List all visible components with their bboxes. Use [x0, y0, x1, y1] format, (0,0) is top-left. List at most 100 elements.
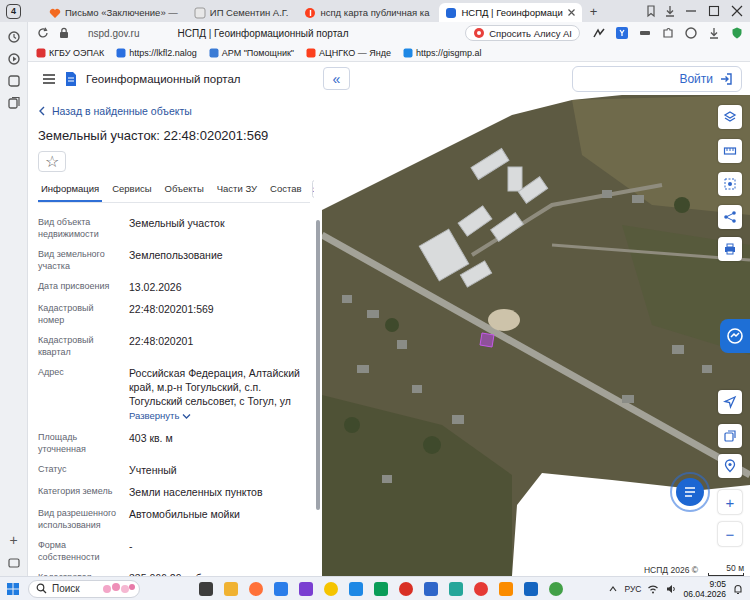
ruler-icon[interactable]	[723, 144, 737, 158]
taskbar-app-icon[interactable]	[473, 581, 489, 597]
yandex-icon[interactable]	[615, 26, 629, 40]
collapse-panel-button[interactable]: «	[323, 67, 350, 90]
ruler-icon[interactable]	[723, 144, 737, 158]
object-tab[interactable]: Состав	[267, 183, 304, 202]
menu-icon[interactable]	[42, 73, 56, 85]
taskbar-app-icon[interactable]	[548, 581, 564, 597]
tab-label[interactable]: НСПД | Геоинформаци	[461, 7, 562, 18]
tab-label[interactable]: Письмо «Заключение» —	[65, 7, 178, 18]
back-link-label[interactable]: Назад в найденные объекты	[52, 105, 192, 117]
taskbar-app-icon[interactable]	[523, 581, 539, 597]
download-icon[interactable]	[707, 26, 721, 40]
zoom-out-button[interactable]: −	[718, 522, 742, 546]
favorite-button[interactable]: ☆	[38, 151, 66, 172]
print-icon[interactable]	[723, 242, 737, 256]
taskbar-app-icon[interactable]	[273, 581, 289, 597]
share-icon[interactable]	[723, 210, 737, 224]
chat-icon[interactable]	[683, 486, 697, 498]
taskbar-app-icon[interactable]	[423, 581, 439, 597]
login-button[interactable]: Войти	[572, 66, 742, 92]
close-tab-icon[interactable]	[567, 8, 576, 17]
taskbar-search[interactable]: Поиск	[28, 580, 140, 598]
bookmarks-icon[interactable]	[7, 74, 21, 88]
speaker-icon[interactable]	[665, 583, 677, 595]
navigate-icon[interactable]	[723, 395, 737, 409]
minimize-icon[interactable]	[682, 4, 700, 18]
tab-label[interactable]: ИП Сементин А.Г.	[210, 7, 289, 18]
alice-button[interactable]: Спросить Алису AI	[465, 25, 580, 41]
taskbar-app-icon[interactable]	[223, 581, 239, 597]
windows-start-icon[interactable]	[6, 582, 20, 596]
browser-tab[interactable]: НСПД | Геоинформаци	[439, 3, 581, 22]
back-link[interactable]: Назад в найденные объекты	[38, 103, 310, 118]
chat-button-core[interactable]	[676, 478, 704, 506]
chat-button[interactable]	[670, 472, 710, 512]
address-url[interactable]: nspd.gov.ru	[88, 28, 140, 39]
taskbar-app-icon[interactable]	[223, 581, 239, 597]
tray-expand-icon[interactable]	[608, 584, 618, 594]
panel-scrollbar[interactable]	[314, 95, 322, 576]
taskbar-app-icon[interactable]	[473, 581, 489, 597]
notifications-icon[interactable]	[732, 583, 744, 595]
bookmark-label[interactable]: АРМ "Помощник"	[222, 48, 294, 58]
browser-tab[interactable]: нспд карта публичная ка	[298, 3, 435, 22]
pin-icon[interactable]	[723, 459, 737, 473]
history-icon[interactable]	[7, 30, 21, 44]
notifications-icon[interactable]	[732, 583, 744, 595]
taskbar-app-icon[interactable]	[398, 581, 414, 597]
alice-button-label[interactable]: Спросить Алису AI	[489, 28, 572, 39]
taskbar-search-placeholder[interactable]: Поиск	[52, 583, 80, 594]
navigate-icon[interactable]	[723, 395, 737, 409]
expand-link-label[interactable]: Развернуть	[129, 409, 179, 423]
taskbar-app-icon[interactable]	[373, 581, 389, 597]
feedback-icon[interactable]	[726, 327, 744, 345]
puzzle-icon[interactable]	[661, 26, 675, 40]
taskbar-app-icon[interactable]	[498, 581, 514, 597]
download-icon[interactable]	[663, 4, 677, 18]
close-window-icon[interactable]	[728, 4, 746, 18]
browser-tab[interactable]: Письмо «Заключение» —	[43, 3, 184, 22]
maximize-icon[interactable]	[705, 4, 723, 18]
map-tool-button[interactable]	[718, 205, 742, 229]
settings-icon[interactable]	[7, 556, 21, 570]
bookmark-label[interactable]: КГБУ ОЭПАК	[49, 48, 104, 58]
print-icon[interactable]	[723, 242, 737, 256]
collections-icon[interactable]	[7, 96, 21, 110]
puzzle-icon[interactable]	[661, 26, 675, 40]
bookmarks-icon[interactable]	[7, 74, 21, 88]
taskbar-app-icon[interactable]	[323, 581, 339, 597]
settings-icon[interactable]	[7, 556, 21, 570]
layers-icon[interactable]	[723, 110, 737, 124]
bookmark[interactable]: https://lkfl2.nalog	[116, 48, 197, 58]
history-icon[interactable]	[7, 30, 21, 44]
chat-icon[interactable]	[683, 486, 697, 498]
taskbar-app-icon[interactable]	[273, 581, 289, 597]
play-icon[interactable]	[7, 52, 21, 66]
collections-icon[interactable]	[7, 96, 21, 110]
close-tab-icon[interactable]	[567, 8, 576, 17]
reader-icon[interactable]	[638, 26, 652, 40]
taskbar-app-icon[interactable]	[373, 581, 389, 597]
object-tab[interactable]: Части ЗУ	[214, 183, 260, 202]
taskbar-app-icon[interactable]	[548, 581, 564, 597]
sidebar-add-button[interactable]: +	[9, 532, 17, 548]
taskbar-app-icon[interactable]	[498, 581, 514, 597]
tab-label[interactable]: нспд карта публичная ка	[320, 7, 429, 18]
speaker-icon[interactable]	[665, 583, 677, 595]
map-tool-button[interactable]	[718, 237, 742, 261]
minimize-icon[interactable]	[682, 4, 700, 18]
reader-icon[interactable]	[638, 26, 652, 40]
account-icon[interactable]	[684, 26, 698, 40]
taskbar-app-icon[interactable]	[323, 581, 339, 597]
bookmark[interactable]: https://gisgmp.al	[403, 48, 482, 58]
bookmark-icon[interactable]	[644, 4, 658, 18]
reload-icon[interactable]	[36, 26, 50, 40]
map-tool-button[interactable]	[718, 454, 742, 478]
bookmark[interactable]: КГБУ ОЭПАК	[36, 48, 104, 58]
bookmark-label[interactable]: https://gisgmp.al	[416, 48, 482, 58]
taskbar-app-icon[interactable]	[348, 581, 364, 597]
taskbar-app-icon[interactable]	[198, 581, 214, 597]
bookmark[interactable]: АРМ "Помощник"	[209, 48, 294, 58]
reload-icon[interactable]	[36, 26, 50, 40]
account-icon[interactable]	[684, 26, 698, 40]
